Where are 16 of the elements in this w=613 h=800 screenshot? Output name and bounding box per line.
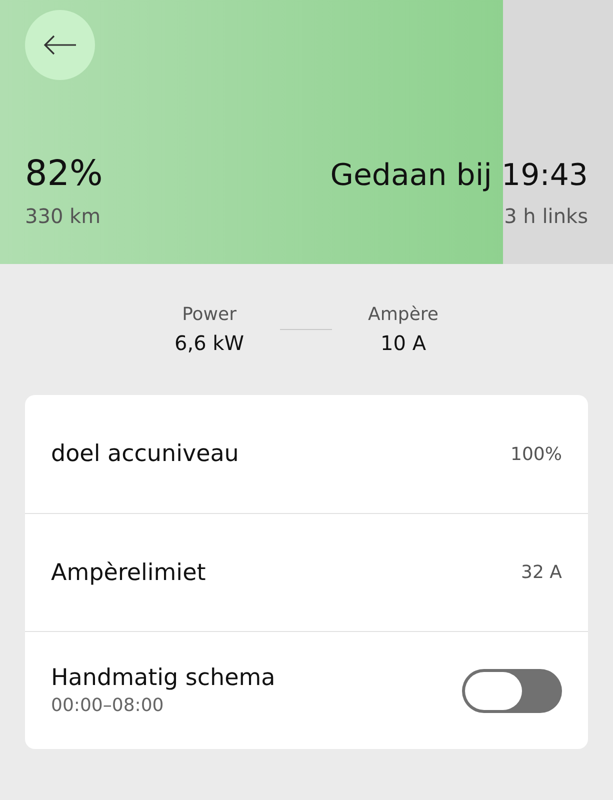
setting-value[interactable]: 32 A bbox=[521, 562, 562, 583]
stat-label: Power bbox=[182, 304, 236, 325]
done-time: Gedaan bij 19:43 bbox=[330, 158, 588, 193]
stat-value: 10 A bbox=[380, 331, 426, 355]
setting-label: Ampèrelimiet bbox=[51, 560, 206, 586]
setting-label: Handmatig schema bbox=[51, 665, 276, 691]
back-arrow-icon bbox=[43, 35, 77, 55]
stat-label: Ampère bbox=[368, 304, 438, 325]
schedule-toggle[interactable] bbox=[462, 668, 562, 712]
stat-value: 6,6 kW bbox=[174, 331, 244, 355]
schedule-time: 00:00–08:00 bbox=[51, 695, 165, 716]
time-remaining: 3 h links bbox=[504, 204, 588, 228]
range-text: 330 km bbox=[25, 204, 101, 228]
setting-value[interactable]: 100% bbox=[510, 444, 562, 464]
charge-percent: 82% bbox=[25, 154, 103, 194]
setting-label: doel accuniveau bbox=[51, 441, 239, 467]
